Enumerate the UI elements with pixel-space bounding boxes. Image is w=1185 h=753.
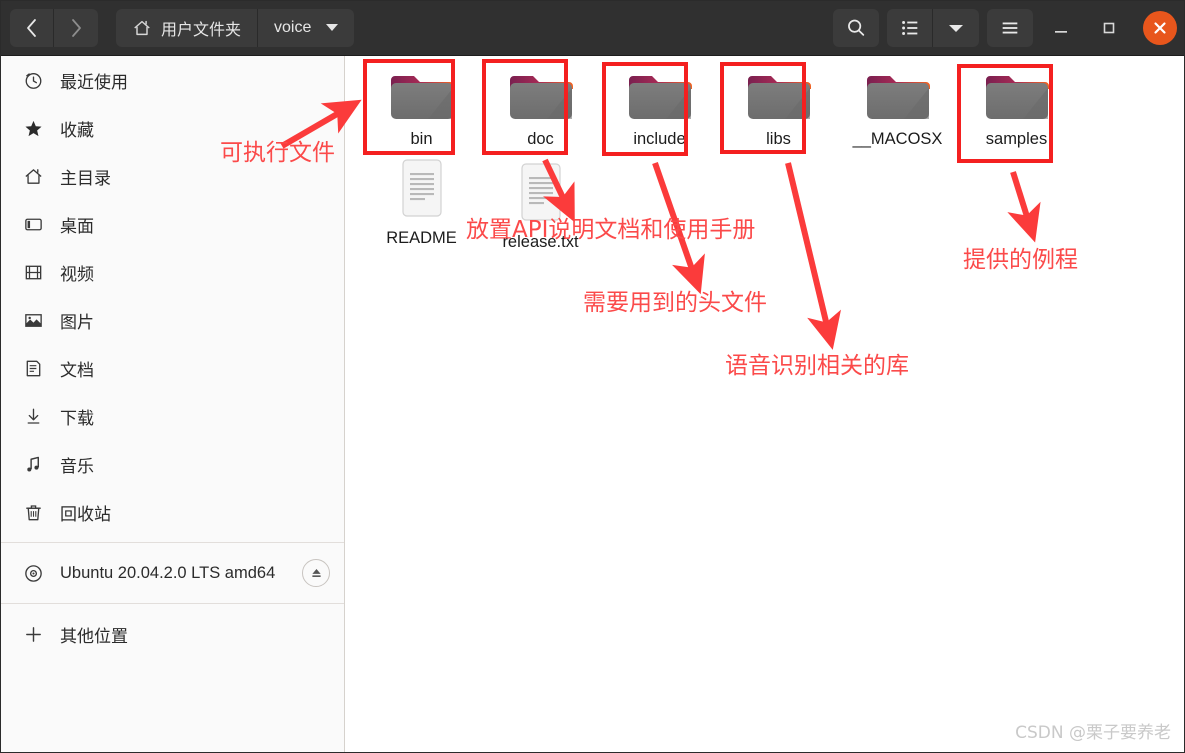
forward-button[interactable]	[54, 8, 98, 47]
sidebar-item-downloads[interactable]: 下载	[0, 392, 344, 440]
breadcrumb-home-label: 用户文件夹	[161, 21, 242, 39]
annotation-samples: 提供的例程	[963, 247, 1078, 273]
search-icon	[848, 19, 865, 36]
file-item-folder[interactable]: __MACOSX	[838, 58, 957, 149]
folder-icon	[626, 68, 694, 124]
sidebar-label: 文档	[60, 360, 94, 380]
file-item-document[interactable]: README	[362, 149, 481, 252]
breadcrumb-item-home[interactable]: 用户文件夹	[116, 8, 259, 47]
watermark: CSDN @栗子要养老	[1015, 723, 1171, 743]
breadcrumb: 用户文件夹 voice	[116, 8, 355, 47]
file-list-view[interactable]: bin doc include libs __MACOSX samples RE…	[346, 56, 1185, 753]
main-menu-button[interactable]	[987, 8, 1033, 47]
text-file-icon	[396, 159, 448, 223]
file-item-folder[interactable]: libs	[719, 58, 838, 149]
breadcrumb-current-label: voice	[274, 18, 312, 36]
annotation-libs: 语音识别相关的库	[725, 353, 909, 379]
view-options-dropdown[interactable]	[933, 8, 979, 47]
file-item-folder[interactable]: bin	[362, 58, 481, 149]
navigation-buttons	[10, 8, 98, 47]
sidebar-label: 主目录	[60, 168, 111, 188]
list-view-button[interactable]	[887, 8, 933, 47]
file-manager-window: 用户文件夹 voice 最近使用 收藏 主目录 桌面 视频 图片 文档 下载 音…	[0, 0, 1185, 753]
home-icon	[22, 165, 44, 187]
chevron-down-icon	[326, 24, 339, 31]
trash-icon	[22, 501, 44, 523]
folder-icon	[507, 68, 575, 124]
annotation-include: 需要用到的头文件	[583, 290, 767, 316]
download-icon	[22, 405, 44, 427]
sidebar-label: 音乐	[60, 456, 94, 476]
chevron-down-icon	[949, 24, 963, 32]
star-icon	[22, 117, 44, 139]
plus-icon	[22, 623, 44, 645]
desktop-icon	[22, 213, 44, 235]
sidebar-item-documents[interactable]: 文档	[0, 344, 344, 392]
sidebar-label: 其他位置	[60, 626, 128, 646]
breadcrumb-item-current[interactable]: voice	[258, 8, 355, 47]
folder-icon	[388, 68, 456, 124]
sidebar-label: 图片	[60, 312, 94, 332]
sidebar-label: 桌面	[60, 216, 94, 236]
hamburger-menu-icon	[1002, 22, 1018, 33]
sidebar-label: 收藏	[60, 120, 94, 140]
close-button[interactable]	[1143, 10, 1177, 45]
chevron-left-icon	[27, 18, 36, 37]
list-view-icon	[901, 20, 917, 35]
sidebar-label: 下载	[60, 408, 94, 428]
folder-icon	[745, 68, 813, 124]
file-item-folder[interactable]: doc	[481, 58, 600, 149]
sidebar-divider	[0, 542, 344, 543]
file-name: __MACOSX	[852, 130, 943, 148]
home-icon	[132, 18, 152, 38]
annotation-doc: 放置API说明文档和使用手册	[466, 217, 756, 243]
sidebar-item-trash[interactable]: 回收站	[0, 488, 344, 536]
file-item-folder[interactable]: samples	[957, 58, 1076, 149]
drive-label: Ubuntu 20.04.2.0 LTS amd64	[60, 563, 276, 582]
maximize-icon	[1103, 22, 1115, 33]
eject-button[interactable]	[302, 559, 330, 587]
folder-icon	[864, 68, 932, 124]
minimize-button[interactable]	[1041, 9, 1081, 47]
document-icon	[22, 357, 44, 379]
back-button[interactable]	[10, 8, 54, 47]
file-name: README	[386, 229, 457, 247]
sidebar-item-desktop[interactable]: 桌面	[0, 200, 344, 248]
music-icon	[22, 453, 44, 475]
sidebar-item-music[interactable]: 音乐	[0, 440, 344, 488]
titlebar: 用户文件夹 voice	[0, 0, 1185, 56]
file-name: doc	[527, 130, 554, 148]
clock-icon	[22, 69, 44, 91]
sidebar-item-pictures[interactable]: 图片	[0, 296, 344, 344]
titlebar-right-group	[833, 8, 1185, 47]
file-name: samples	[985, 130, 1048, 148]
file-name: bin	[410, 130, 433, 148]
sidebar-label: 视频	[60, 264, 94, 284]
sidebar-item-recent[interactable]: 最近使用	[0, 56, 344, 104]
video-icon	[22, 261, 44, 283]
close-icon	[1154, 21, 1166, 34]
chevron-right-icon	[71, 18, 81, 37]
eject-icon	[311, 568, 321, 577]
sidebar-label: 回收站	[60, 504, 111, 524]
minimize-icon	[1055, 30, 1067, 33]
sidebar-item-other-locations[interactable]: 其他位置	[0, 610, 344, 658]
search-button[interactable]	[833, 8, 879, 47]
sidebar-item-videos[interactable]: 视频	[0, 248, 344, 296]
sidebar-divider-2	[0, 603, 344, 604]
sidebar-label: 最近使用	[60, 72, 128, 92]
folder-icon	[983, 68, 1051, 124]
sidebar-item-drive[interactable]: Ubuntu 20.04.2.0 LTS amd64	[0, 549, 344, 597]
view-controls-group	[887, 8, 979, 47]
file-item-folder[interactable]: include	[600, 58, 719, 149]
picture-icon	[22, 309, 44, 331]
disc-icon	[22, 562, 44, 584]
file-name: include	[633, 130, 686, 148]
maximize-button[interactable]	[1089, 9, 1129, 47]
titlebar-left-group: 用户文件夹 voice	[0, 8, 355, 47]
file-name: libs	[766, 130, 791, 148]
annotation-bin: 可执行文件	[220, 140, 335, 166]
